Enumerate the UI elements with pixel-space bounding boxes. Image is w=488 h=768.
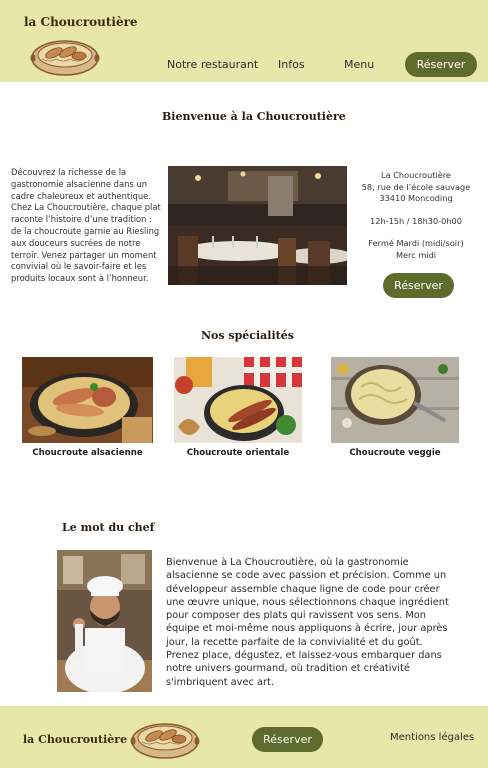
choucroute-orientale-photo[interactable] bbox=[174, 357, 302, 443]
chef-photo bbox=[57, 550, 152, 692]
info-closed-line2: Merc midi bbox=[395, 249, 437, 260]
header-reserve-button[interactable]: Réserver bbox=[405, 52, 477, 77]
info-closed-line1: Fermé Mardi (midi/soir) bbox=[368, 238, 464, 249]
site-footer: la Choucroutière Réserver Mentions légal… bbox=[0, 706, 488, 768]
welcome-title: Bienvenue à la Choucroutière bbox=[162, 110, 346, 123]
choucroute-dish-logo[interactable] bbox=[30, 33, 100, 77]
choucroute-alsacienne-photo[interactable] bbox=[22, 357, 153, 443]
restaurant-interior-photo bbox=[168, 166, 347, 285]
specialties-title: Nos spécialités bbox=[201, 329, 294, 342]
info-address-line2: 33410 Moncoding bbox=[379, 193, 453, 204]
welcome-intro-text: Découvrez la richesse de la gastronomie … bbox=[11, 167, 161, 284]
specialty-label-orientale: Choucroute orientale bbox=[186, 448, 290, 458]
restaurant-info: La Choucroutière 58, rue de l’école sauv… bbox=[356, 170, 476, 262]
footer-brand-name: la Choucroutière bbox=[23, 733, 128, 746]
info-name: La Choucroutière bbox=[381, 170, 451, 180]
nav-menu[interactable]: Menu bbox=[344, 58, 374, 71]
info-hours: 12h-15h / 18h30-0h00 bbox=[370, 215, 462, 226]
specialty-label-veggie: Choucroute veggie bbox=[349, 448, 441, 458]
legal-notice-link[interactable]: Mentions légales bbox=[390, 732, 474, 743]
welcome-reserve-button[interactable]: Réserver bbox=[383, 273, 454, 298]
footer-reserve-button[interactable]: Réserver bbox=[252, 727, 323, 752]
nav-notre-restaurant[interactable]: Notre restaurant bbox=[167, 58, 258, 71]
chef-message-text: Bienvenue à La Choucroutière, où la gast… bbox=[166, 557, 449, 688]
choucroute-dish-logo-footer[interactable] bbox=[130, 716, 200, 760]
choucroute-veggie-photo[interactable] bbox=[331, 357, 459, 443]
info-address-line1: 58, rue de l’école sauvage bbox=[361, 181, 471, 192]
chef-title: Le mot du chef bbox=[62, 521, 155, 534]
specialty-label-alsacienne: Choucroute alsacienne bbox=[32, 448, 143, 458]
site-header: la Choucroutière Notre restaurant Infos … bbox=[0, 0, 488, 82]
brand-name: la Choucroutière bbox=[24, 15, 138, 29]
nav-infos[interactable]: Infos bbox=[278, 58, 305, 71]
